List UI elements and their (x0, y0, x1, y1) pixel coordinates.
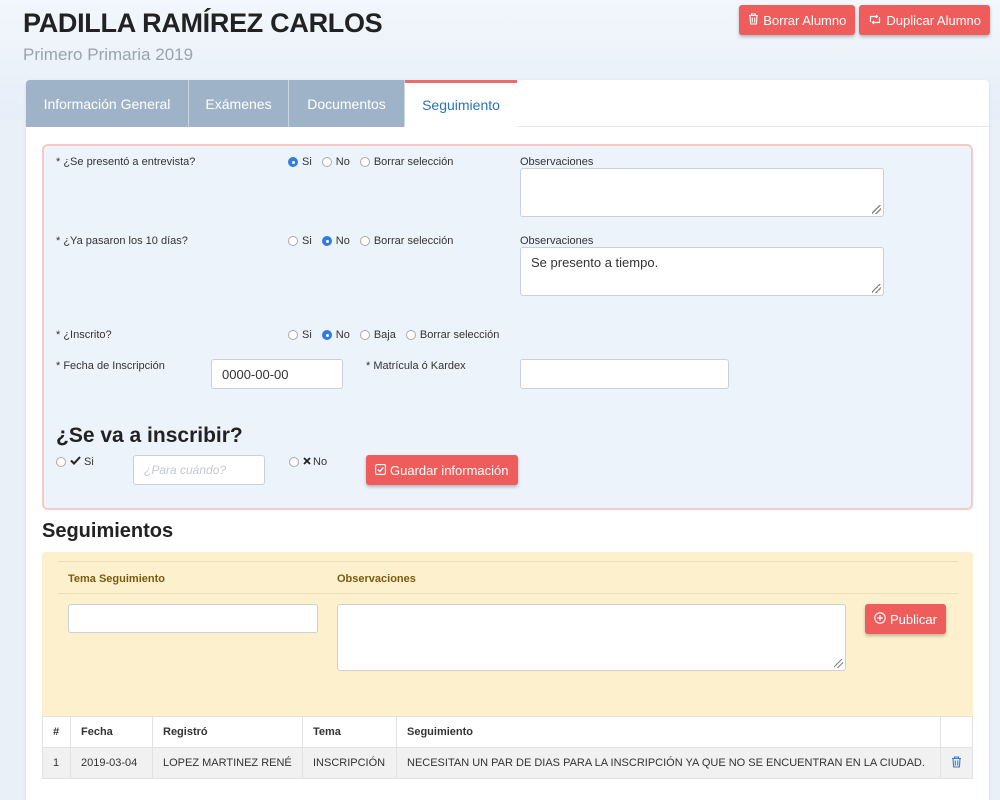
tab-documentos[interactable]: Documentos (289, 80, 405, 127)
question-interview-options: Si No Borrar selección (288, 156, 463, 168)
col-date-header: Fecha (70, 716, 153, 748)
cell-actions (940, 747, 973, 779)
when-input[interactable]: ¿Para cuándo? (133, 455, 265, 485)
enrolled-radio-clear[interactable] (405, 330, 416, 340)
ten-days-option-no-label: No (335, 235, 350, 247)
question-ten-days-options: Si No Borrar selección (288, 235, 463, 247)
enrolled-radio-baja[interactable] (359, 330, 370, 340)
student-card: Información General Exámenes Documentos … (26, 80, 989, 800)
ten-days-observations-label: Observaciones (520, 235, 594, 247)
interview-radio-si[interactable] (288, 157, 298, 167)
table-row: 1 2019-03-04 LOPEZ MARTINEZ RENÉ INSCRIP… (42, 747, 973, 779)
will-enroll-radio-no[interactable] (289, 457, 299, 467)
enrollment-id-label: * Matrícula ó Kardex (366, 360, 466, 372)
tab-seguimiento[interactable]: Seguimiento (405, 80, 517, 127)
ten-days-radio-no[interactable] (321, 236, 332, 246)
interview-observations-label: Observaciones (520, 156, 594, 168)
delete-row-trash-icon[interactable] (951, 755, 962, 771)
enrolled-option-no-label: No (335, 329, 350, 341)
trash-icon (748, 12, 759, 28)
cell-date: 2019-03-04 (70, 747, 153, 779)
panel-divider-bottom (58, 593, 958, 594)
question-enrolled-options: Si No Baja Borrar selección (288, 329, 509, 341)
check-icon (70, 456, 81, 468)
enrollment-date-input[interactable]: 0000-00-00 (211, 359, 343, 389)
will-enroll-title: ¿Se va a inscribir? (56, 424, 243, 447)
enrollment-date-label: * Fecha de Inscripción (56, 360, 165, 372)
cell-topic: INSCRIPCIÓN (302, 747, 397, 779)
interview-radio-no[interactable] (321, 157, 332, 167)
tab-bar: Información General Exámenes Documentos … (26, 80, 989, 127)
panel-divider-top (58, 561, 958, 562)
student-header: PADILLA RAMÍREZ CARLOS Primero Primaria … (23, 8, 383, 65)
retweet-icon (868, 13, 882, 28)
col-number-header: # (42, 716, 71, 748)
publish-button[interactable]: Publicar (865, 604, 946, 634)
plus-circle-icon (874, 611, 886, 627)
tab-examenes[interactable]: Exámenes (189, 80, 289, 127)
will-enroll-no-label: No (313, 456, 328, 468)
interview-option-clear-label: Borrar selección (373, 156, 454, 168)
enrolled-option-baja-label: Baja (373, 329, 396, 341)
duplicate-student-label: Duplicar Alumno (886, 12, 981, 28)
tab-bar-spacer (517, 80, 989, 127)
tab-informacion-general[interactable]: Información General (26, 80, 189, 127)
cell-registered: LOPEZ MARTINEZ RENÉ (152, 747, 303, 779)
save-info-label: Guardar información (390, 462, 509, 478)
topic-input[interactable] (68, 604, 318, 633)
interview-observations-textarea[interactable] (520, 168, 884, 217)
ten-days-radio-clear[interactable] (359, 236, 370, 246)
check-square-icon (375, 463, 386, 478)
x-icon (303, 456, 311, 468)
when-input-placeholder: ¿Para cuándo? (144, 463, 227, 477)
follow-up-form: * ¿Se presentó a entrevista? Si No Borra… (42, 144, 973, 510)
topic-header: Tema Seguimiento (68, 573, 165, 585)
new-follow-up-panel: Tema Seguimiento Observaciones Publicar (42, 552, 973, 730)
delete-student-button[interactable]: Borrar Alumno (739, 5, 856, 35)
col-follow-up-header: Seguimiento (396, 716, 941, 748)
duplicate-student-button[interactable]: Duplicar Alumno (859, 5, 990, 35)
enrolled-radio-si[interactable] (288, 330, 298, 340)
will-enroll-radio-si[interactable] (56, 457, 66, 467)
interview-radio-clear[interactable] (359, 157, 370, 167)
col-registered-header: Registró (152, 716, 303, 748)
enrolled-option-clear-label: Borrar selección (419, 329, 500, 341)
question-ten-days-label: * ¿Ya pasaron los 10 días? (56, 235, 188, 247)
follow-ups-table: # Fecha Registró Tema Seguimiento 1 2019… (42, 716, 973, 779)
delete-student-label: Borrar Alumno (763, 12, 847, 28)
ten-days-radio-si[interactable] (288, 236, 298, 246)
ten-days-observations-textarea[interactable]: Se presento a tiempo. (520, 247, 884, 296)
ten-days-option-si-label: Si (302, 235, 312, 247)
col-topic-header: Tema (302, 716, 397, 748)
interview-option-si-label: Si (302, 156, 312, 168)
top-actions: Borrar Alumno Duplicar Alumno (739, 5, 990, 35)
enrolled-radio-no[interactable] (321, 330, 332, 340)
ten-days-option-clear-label: Borrar selección (373, 235, 454, 247)
save-info-button[interactable]: Guardar información (366, 455, 518, 485)
will-enroll-si-option: Si (56, 456, 94, 468)
publish-label: Publicar (890, 611, 937, 627)
observations-header: Observaciones (337, 573, 416, 585)
follow-ups-title: Seguimientos (42, 520, 174, 542)
col-actions-header (940, 716, 973, 748)
question-interview-label: * ¿Se presentó a entrevista? (56, 156, 196, 168)
question-enrolled-label: * ¿Inscrito? (56, 329, 112, 341)
enrolled-option-si-label: Si (302, 329, 312, 341)
enrollment-id-input[interactable] (520, 359, 729, 389)
interview-option-no-label: No (335, 156, 350, 168)
will-enroll-si-label: Si (84, 456, 94, 468)
student-name: PADILLA RAMÍREZ CARLOS (23, 8, 383, 38)
will-enroll-no-option: No (289, 456, 327, 468)
cell-number: 1 (42, 747, 71, 779)
table-header-row: # Fecha Registró Tema Seguimiento (42, 716, 973, 748)
follow-up-observations-textarea[interactable] (337, 604, 846, 671)
cell-follow-up: NECESITAN UN PAR DE DIAS PARA LA INSCRIP… (396, 747, 941, 779)
student-grade: Primero Primaria 2019 (23, 45, 194, 64)
